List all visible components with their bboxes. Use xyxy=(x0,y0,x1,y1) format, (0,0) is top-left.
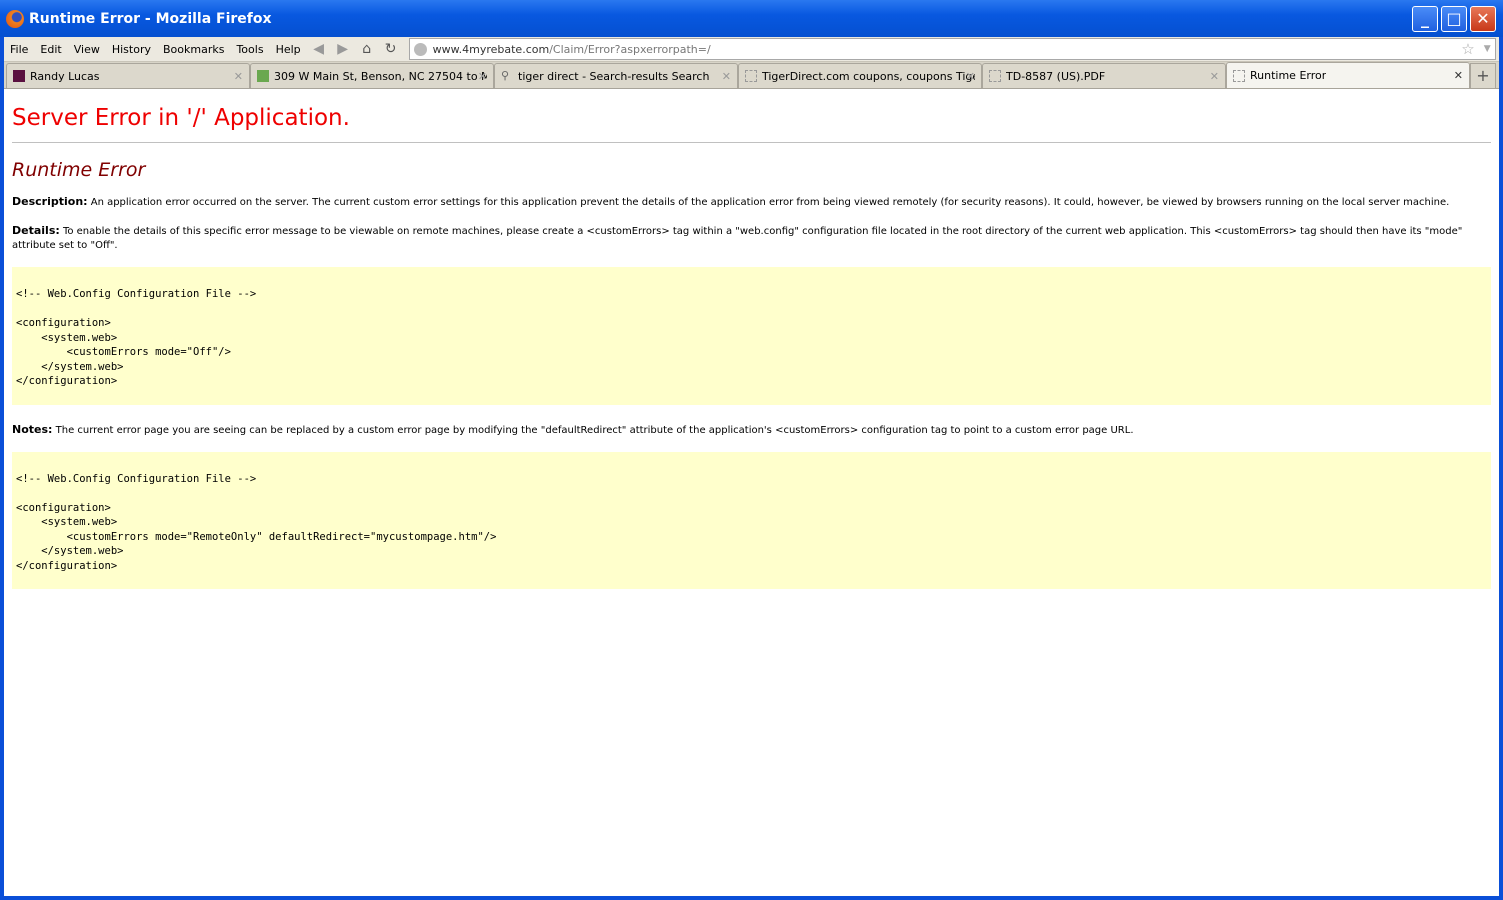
code-block-config-remoteonly: <!-- Web.Config Configuration File --> <… xyxy=(12,451,1491,589)
error-subtitle: Runtime Error xyxy=(12,159,146,181)
tab-label: 309 W Main St, Benson, NC 27504 to M... xyxy=(274,69,487,83)
page-title: Server Error in '/' Application. xyxy=(12,105,350,131)
close-button[interactable]: ✕ xyxy=(1470,6,1496,32)
url-path: /Claim/Error?aspxerrorpath=/ xyxy=(549,42,711,56)
notes-text: The current error page you are seeing ca… xyxy=(52,424,1134,436)
close-tab-icon[interactable]: ✕ xyxy=(234,70,243,83)
site-favicon xyxy=(13,70,25,82)
tab[interactable]: ⚲ tiger direct - Search-results Search ✕ xyxy=(494,63,738,88)
description-text: An application error occurred on the ser… xyxy=(87,197,1450,208)
tab-label: tiger direct - Search-results Search xyxy=(518,69,710,83)
tab[interactable]: TD-8587 (US).PDF ✕ xyxy=(982,63,1226,88)
tab-label: TigerDirect.com coupons, coupons Tige... xyxy=(762,69,975,83)
close-tab-icon[interactable]: ✕ xyxy=(1210,70,1219,83)
close-tab-icon[interactable]: ✕ xyxy=(966,70,975,83)
details-paragraph: Details: To enable the details of this s… xyxy=(12,224,1491,253)
menu-view[interactable]: View xyxy=(68,43,106,56)
url-host: www.4myrebate.com xyxy=(432,42,550,56)
close-tab-icon[interactable]: ✕ xyxy=(478,70,487,83)
new-tab-button[interactable]: + xyxy=(1470,63,1496,88)
back-icon[interactable]: ◀ xyxy=(307,41,331,57)
menu-nav-bar: File Edit View History Bookmarks Tools H… xyxy=(4,37,1499,62)
menu-file[interactable]: File xyxy=(4,43,34,56)
divider xyxy=(12,142,1491,143)
title-bar: Runtime Error - Mozilla Firefox _ □ ✕ xyxy=(0,0,1503,37)
tab-label: TD-8587 (US).PDF xyxy=(1006,69,1106,83)
menu-bookmarks[interactable]: Bookmarks xyxy=(157,43,230,56)
details-text: To enable the details of this specific e… xyxy=(12,226,1463,251)
home-icon[interactable]: ⌂ xyxy=(355,41,379,57)
page-content: Server Error in '/' Application. Runtime… xyxy=(4,89,1499,613)
code-block-config-off: <!-- Web.Config Configuration File --> <… xyxy=(12,267,1491,405)
menu-tools[interactable]: Tools xyxy=(230,43,269,56)
bookmark-star-icon[interactable]: ☆ xyxy=(1461,40,1474,58)
url-bar[interactable]: www.4myrebate.com/Claim/Error?aspxerrorp… xyxy=(408,38,1496,60)
tab[interactable]: 309 W Main St, Benson, NC 27504 to M... ✕ xyxy=(250,63,494,88)
maximize-button[interactable]: □ xyxy=(1441,6,1467,32)
minimize-button[interactable]: _ xyxy=(1412,6,1438,32)
notes-paragraph: Notes: The current error page you are se… xyxy=(12,423,1491,438)
window-title: Runtime Error - Mozilla Firefox xyxy=(29,10,272,27)
tab-bar: Randy Lucas ✕ 309 W Main St, Benson, NC 2… xyxy=(4,62,1499,89)
menu-history[interactable]: History xyxy=(106,43,157,56)
menu-edit[interactable]: Edit xyxy=(34,43,67,56)
description-label: Description: xyxy=(12,195,88,208)
description-paragraph: Description: An application error occurr… xyxy=(12,195,1491,210)
blank-page-icon xyxy=(745,70,757,82)
search-icon: ⚲ xyxy=(501,69,510,82)
close-tab-icon[interactable]: ✕ xyxy=(1454,69,1463,82)
tab-active[interactable]: Runtime Error ✕ xyxy=(1226,62,1470,88)
site-identity-icon[interactable] xyxy=(413,42,427,56)
maps-icon xyxy=(257,70,269,82)
close-tab-icon[interactable]: ✕ xyxy=(722,70,731,83)
blank-page-icon xyxy=(989,70,1001,82)
url-dropdown-icon[interactable]: ▼ xyxy=(1484,44,1491,54)
tab[interactable]: TigerDirect.com coupons, coupons Tige...… xyxy=(738,63,982,88)
forward-icon[interactable]: ▶ xyxy=(331,41,355,57)
tab[interactable]: Randy Lucas ✕ xyxy=(6,63,250,88)
menu-help[interactable]: Help xyxy=(270,43,307,56)
notes-label: Notes: xyxy=(12,422,53,436)
tab-label: Runtime Error xyxy=(1250,69,1327,82)
firefox-logo-icon xyxy=(6,9,24,28)
tab-label: Randy Lucas xyxy=(30,69,100,83)
blank-page-icon xyxy=(1233,69,1245,82)
details-label: Details: xyxy=(12,224,60,237)
reload-icon[interactable]: ↻ xyxy=(379,41,403,57)
